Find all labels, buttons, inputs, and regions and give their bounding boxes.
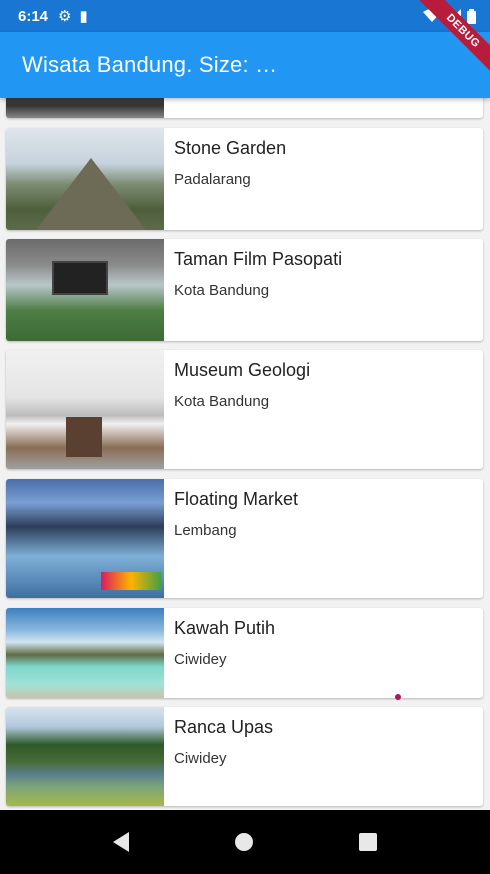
sd-card-icon: ▮ <box>79 8 88 25</box>
place-name: Ranca Upas <box>174 717 274 737</box>
list-item-floating-market[interactable]: Floating Market Lembang <box>6 479 483 598</box>
place-image <box>6 98 164 118</box>
place-location: Padalarang <box>174 171 251 188</box>
list-item-stone-garden[interactable]: Stone Garden Padalarang <box>6 128 483 230</box>
place-image <box>6 350 164 469</box>
places-list[interactable]: Stone Garden Padalarang Taman Film Pasop… <box>0 98 490 810</box>
place-image <box>6 128 164 230</box>
list-item-ranca-upas[interactable]: Ranca Upas Ciwidey <box>6 707 483 806</box>
recent-apps-icon[interactable] <box>359 833 377 851</box>
list-item-taman-film-pasopati[interactable]: Taman Film Pasopati Kota Bandung <box>6 239 483 341</box>
list-item-kawah-putih[interactable]: Kawah Putih Ciwidey <box>6 608 483 698</box>
phone-screen: 6:14 ⚙ ▮ Wisata Bandung. Size: … DEBUG S… <box>0 0 490 874</box>
gear-icon: ⚙ <box>58 8 72 25</box>
touch-indicator <box>395 694 401 700</box>
app-bar: Wisata Bandung. Size: … <box>0 32 490 98</box>
place-image <box>6 479 164 598</box>
battery-icon <box>467 8 476 24</box>
status-time: 6:14 <box>18 7 49 25</box>
list-item-museum-geologi[interactable]: Museum Geologi Kota Bandung <box>6 350 483 469</box>
place-name: Museum Geologi <box>174 360 311 380</box>
place-name: Stone Garden <box>174 138 287 158</box>
list-item[interactable] <box>6 98 483 118</box>
place-location: Lembang <box>174 522 237 539</box>
place-location: Kota Bandung <box>174 393 270 410</box>
back-icon[interactable] <box>113 832 129 852</box>
place-image <box>6 239 164 341</box>
status-bar: 6:14 ⚙ ▮ <box>0 0 490 32</box>
place-image <box>6 707 164 806</box>
place-name: Kawah Putih <box>174 618 276 638</box>
navigation-bar <box>0 810 490 874</box>
place-location: Ciwidey <box>174 750 227 767</box>
place-image <box>6 608 164 698</box>
place-location: Kota Bandung <box>174 282 270 299</box>
home-icon[interactable] <box>235 833 253 851</box>
place-name: Floating Market <box>174 489 299 509</box>
place-name: Taman Film Pasopati <box>174 249 343 269</box>
place-location: Ciwidey <box>174 651 227 668</box>
page-title: Wisata Bandung. Size: … <box>22 52 278 77</box>
